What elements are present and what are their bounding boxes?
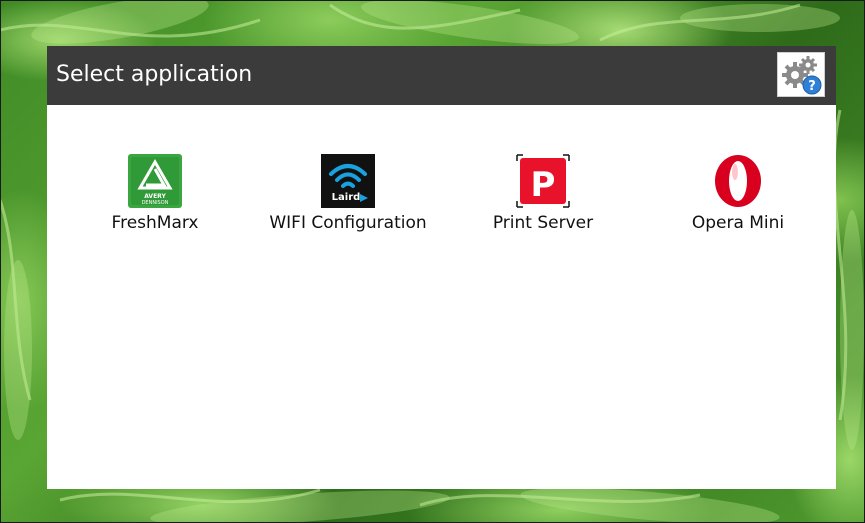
app-print-server[interactable]: P Print Server [453, 151, 633, 241]
app-opera-mini[interactable]: Opera Mini [648, 151, 828, 241]
gears-help-icon: ? [782, 56, 822, 95]
avery-dennison-icon: AVERY DENNISON [128, 154, 182, 208]
svg-text:Laird: Laird [332, 192, 361, 203]
app-label: FreshMarx [111, 213, 199, 233]
svg-text:P: P [531, 165, 556, 205]
opera-icon [715, 155, 761, 207]
application-list: AVERY DENNISON FreshMarx Laird WIFI Conf… [47, 151, 836, 241]
app-label: Print Server [492, 213, 594, 233]
svg-text:AVERY: AVERY [144, 193, 166, 200]
select-application-dialog: Select application ? AVERY DENNISON Fres… [47, 46, 836, 489]
dialog-title: Select application [56, 62, 253, 87]
app-freshmarx[interactable]: AVERY DENNISON FreshMarx [65, 151, 245, 241]
print-server-icon: P [516, 154, 570, 208]
svg-text:?: ? [808, 79, 816, 94]
svg-text:DENNISON: DENNISON [142, 200, 169, 206]
laird-wifi-icon: Laird [321, 154, 375, 208]
title-bar: Select application ? [47, 46, 836, 105]
app-label: WIFI Configuration [269, 213, 427, 233]
app-label: Opera Mini [691, 213, 785, 233]
app-wifi-configuration[interactable]: Laird WIFI Configuration [258, 151, 438, 241]
settings-help-button[interactable]: ? [777, 52, 825, 97]
